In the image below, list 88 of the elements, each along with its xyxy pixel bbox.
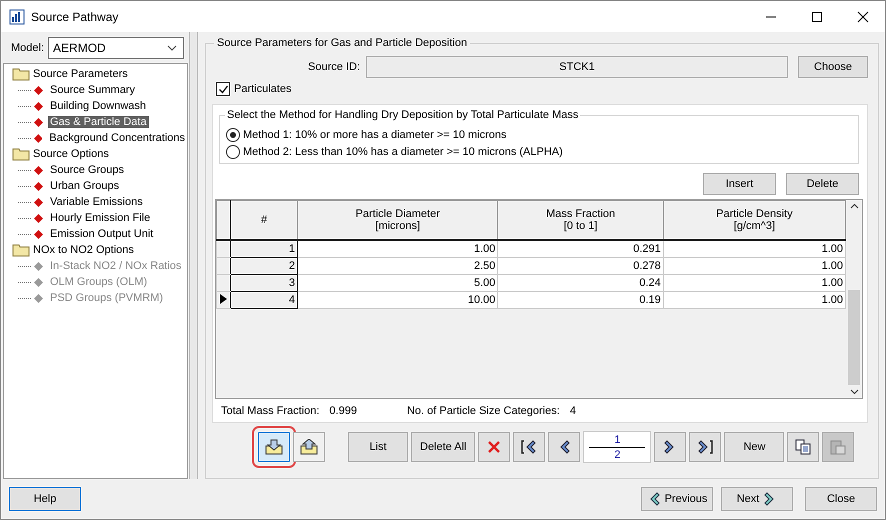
table-cell: 5.00: [298, 274, 498, 292]
first-button[interactable]: [513, 432, 546, 462]
row-indicator[interactable]: [216, 274, 230, 292]
table-cell: 1.00: [663, 240, 846, 258]
folder-icon: [12, 243, 30, 257]
summary-label: Total Mass Fraction:: [221, 405, 320, 417]
model-label: Model:: [11, 42, 44, 54]
table-cell: 0.24: [498, 274, 664, 292]
toolbar-button[interactable]: Delete All: [411, 432, 476, 462]
tree-group[interactable]: Source Options: [33, 148, 109, 160]
cross-icon: [487, 440, 502, 454]
tree-item[interactable]: Background Concentrations: [47, 132, 187, 144]
column-header: Particle Density [g/cm^3]: [663, 200, 846, 240]
table-cell: 0.291: [498, 240, 664, 258]
delete-button[interactable]: [478, 432, 510, 462]
last-icon: [696, 439, 714, 455]
previous-button[interactable]: Previous: [641, 487, 713, 511]
total-pages: 2: [614, 448, 621, 460]
scroll-up-icon[interactable]: [850, 203, 858, 209]
tree-item[interactable]: Gas & Particle Data: [48, 116, 149, 128]
model-dropdown[interactable]: AERMOD: [48, 37, 184, 59]
tree-item[interactable]: Source Summary: [48, 84, 137, 96]
next-button[interactable]: [654, 432, 686, 462]
summary-label: No. of Particle Size Categories:: [406, 405, 560, 417]
prev-button[interactable]: [548, 432, 580, 462]
summary-value: 0.999: [329, 405, 357, 417]
clipboard-icon: [830, 439, 846, 455]
table-cell: 1: [230, 240, 298, 258]
tree-item[interactable]: Building Downwash: [48, 100, 148, 112]
last-button[interactable]: [689, 432, 722, 462]
source-id-label: Source ID:: [307, 61, 361, 73]
tree-group[interactable]: NOx to NO2 Options: [33, 244, 134, 256]
column-header: #: [230, 200, 298, 240]
folder-icon: [12, 67, 30, 81]
table-cell: 0.19: [498, 292, 664, 308]
insert-button[interactable]: Insert: [703, 173, 776, 195]
table-cell: 1.00: [663, 258, 846, 274]
help-button[interactable]: Help: [9, 487, 81, 511]
scroll-down-icon[interactable]: [850, 389, 858, 395]
tree-item[interactable]: Source Groups: [48, 164, 126, 176]
row-indicator[interactable]: [216, 240, 230, 258]
copy-button[interactable]: [787, 432, 820, 462]
table-cell: 1.00: [298, 240, 498, 258]
first-icon: [520, 439, 538, 455]
next-button[interactable]: Next: [721, 487, 793, 511]
row-indicator[interactable]: [216, 292, 230, 308]
tray-up-arrow-icon: [300, 439, 318, 455]
method-radio[interactable]: [226, 144, 240, 158]
column-header: Mass Fraction [0 to 1]: [498, 200, 664, 240]
method-group-title: Select the Method for Handling Dry Deposition by Total Particulate Mass: [225, 109, 580, 121]
toolbar-button[interactable]: List: [348, 432, 408, 462]
table-cell: 2.50: [298, 258, 498, 274]
particulates-checkbox[interactable]: [216, 82, 230, 96]
particulates-label: Particulates: [234, 83, 292, 95]
tree-item[interactable]: Hourly Emission File: [48, 212, 152, 224]
chevron-icon: [167, 45, 177, 51]
table-cell: 10.00: [298, 292, 498, 308]
copy-icon: [795, 439, 812, 455]
delete-button[interactable]: Delete: [786, 173, 859, 195]
maximize-icon[interactable]: [811, 10, 823, 22]
table-cell: 4: [230, 292, 298, 308]
choose-button[interactable]: Choose: [798, 56, 868, 78]
current-page: 1: [614, 434, 621, 446]
app-icon: [9, 8, 25, 24]
window-title: Source Pathway: [31, 10, 120, 24]
tree-item[interactable]: Variable Emissions: [48, 196, 145, 208]
table-cell: 1.00: [663, 274, 846, 292]
column-header: Particle Diameter [microns]: [298, 200, 498, 240]
export-button[interactable]: [293, 432, 325, 462]
method-label: Method 2: Less than 10% has a diameter >= 10 microns (ALPHA): [243, 146, 563, 158]
source-id-field[interactable]: STCK1: [366, 56, 788, 78]
table-cell: 2: [230, 258, 298, 274]
tree-item[interactable]: Urban Groups: [48, 180, 122, 192]
table-cell: 0.278: [498, 258, 664, 274]
summary-value: 4: [570, 405, 576, 417]
close-icon[interactable]: [857, 10, 869, 22]
folder-icon: [12, 147, 30, 161]
row-indicator[interactable]: [216, 258, 230, 274]
table-cell: 3: [230, 274, 298, 292]
method-label: Method 1: 10% or more has a diameter >= 10 microns: [243, 128, 507, 140]
toolbar-button[interactable]: New: [724, 432, 784, 462]
tree-item[interactable]: Emission Output Unit: [48, 228, 156, 240]
tray-down-arrow-icon: [265, 439, 283, 455]
close-button[interactable]: Close: [805, 487, 877, 511]
table-cell: 1.00: [663, 292, 846, 308]
method-radio[interactable]: [226, 128, 240, 142]
group-title: Source Parameters for Gas and Particle Deposition: [214, 37, 470, 49]
tree-group[interactable]: Source Parameters: [33, 68, 128, 80]
